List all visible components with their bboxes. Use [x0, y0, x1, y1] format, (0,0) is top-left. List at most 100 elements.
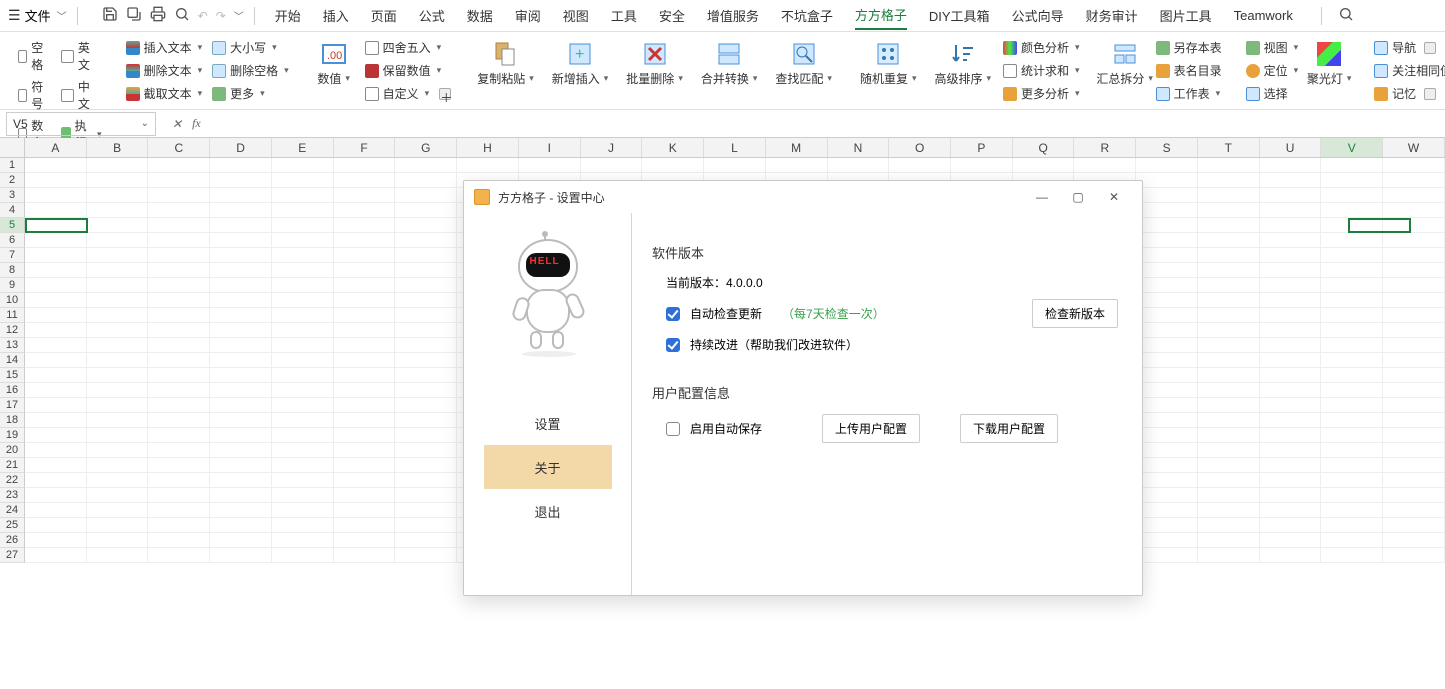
cell[interactable]	[334, 368, 396, 383]
chevron-down-icon[interactable]: ⌄	[141, 118, 149, 129]
cell[interactable]	[148, 413, 210, 428]
cell[interactable]	[1383, 173, 1445, 188]
undo-icon[interactable]: ↶	[198, 9, 208, 23]
row-header-6[interactable]: 6	[0, 233, 25, 248]
cell[interactable]	[1383, 248, 1445, 263]
tab-audit[interactable]: 财务审计	[1086, 2, 1138, 29]
cell[interactable]	[1321, 473, 1383, 488]
cell[interactable]	[1136, 218, 1198, 233]
cell[interactable]	[148, 173, 210, 188]
cell[interactable]	[1260, 398, 1322, 413]
btn-sheet-dir[interactable]: 表名目录	[1154, 61, 1224, 80]
cell[interactable]	[334, 173, 396, 188]
cell[interactable]	[334, 473, 396, 488]
cell[interactable]	[1198, 218, 1260, 233]
cell[interactable]	[1136, 473, 1198, 488]
cell[interactable]	[25, 188, 87, 203]
col-header-T[interactable]: T	[1198, 138, 1260, 157]
cell[interactable]	[210, 473, 272, 488]
cell[interactable]	[272, 503, 334, 518]
cell[interactable]	[1383, 353, 1445, 368]
cell[interactable]	[25, 488, 87, 503]
cell[interactable]	[334, 203, 396, 218]
col-header-Q[interactable]: Q	[1013, 138, 1075, 157]
cell[interactable]	[1260, 218, 1322, 233]
cell[interactable]	[1260, 383, 1322, 398]
btn-spotlight[interactable]: 聚光灯▾	[1306, 38, 1352, 89]
cell[interactable]	[210, 233, 272, 248]
cell[interactable]	[1321, 533, 1383, 548]
row-header-16[interactable]: 16	[0, 383, 25, 398]
download-config-button[interactable]: 下载用户配置	[960, 414, 1058, 443]
btn-round[interactable]: 四舍五入▾	[363, 38, 454, 57]
cell[interactable]	[1260, 248, 1322, 263]
cb-improve[interactable]	[666, 338, 680, 352]
row-header-3[interactable]: 3	[0, 188, 25, 203]
cell[interactable]	[87, 218, 149, 233]
cell[interactable]	[395, 458, 457, 473]
cell[interactable]	[87, 353, 149, 368]
tab-formula-guide[interactable]: 公式向导	[1012, 2, 1064, 29]
cell[interactable]	[210, 458, 272, 473]
cell[interactable]	[1198, 548, 1260, 563]
cell[interactable]	[210, 158, 272, 173]
col-header-V[interactable]: V	[1321, 138, 1383, 157]
cell[interactable]	[1198, 428, 1260, 443]
cell[interactable]	[1383, 278, 1445, 293]
cell[interactable]	[1383, 488, 1445, 503]
cell[interactable]	[272, 203, 334, 218]
cell[interactable]	[210, 293, 272, 308]
cb-auto-check[interactable]	[666, 307, 680, 321]
cell[interactable]	[1383, 383, 1445, 398]
cell[interactable]	[1260, 443, 1322, 458]
cell[interactable]	[395, 368, 457, 383]
cell[interactable]	[25, 353, 87, 368]
cell[interactable]	[1198, 263, 1260, 278]
cell[interactable]	[25, 413, 87, 428]
cell[interactable]	[1198, 353, 1260, 368]
tab-data[interactable]: 数据	[467, 2, 493, 29]
cell[interactable]	[1198, 278, 1260, 293]
cell[interactable]	[210, 533, 272, 548]
cell[interactable]	[25, 458, 87, 473]
col-header-I[interactable]: I	[519, 138, 581, 157]
cell[interactable]	[395, 278, 457, 293]
cell[interactable]	[1260, 458, 1322, 473]
btn-memory[interactable]: 记忆	[1372, 84, 1445, 103]
col-header-F[interactable]: F	[334, 138, 396, 157]
cell[interactable]	[272, 338, 334, 353]
row-header-14[interactable]: 14	[0, 353, 25, 368]
cell[interactable]	[210, 368, 272, 383]
cell[interactable]	[25, 293, 87, 308]
cell[interactable]	[1383, 158, 1445, 173]
cell[interactable]	[1136, 308, 1198, 323]
cell[interactable]	[1198, 488, 1260, 503]
cell[interactable]	[1260, 188, 1322, 203]
cell[interactable]	[25, 233, 87, 248]
col-header-M[interactable]: M	[766, 138, 828, 157]
cell[interactable]	[1260, 158, 1322, 173]
row-header-18[interactable]: 18	[0, 413, 25, 428]
check-new-version-button[interactable]: 检查新版本	[1032, 299, 1118, 328]
cell[interactable]	[1260, 173, 1322, 188]
cell[interactable]	[1383, 338, 1445, 353]
cell[interactable]	[1260, 488, 1322, 503]
cell[interactable]	[87, 533, 149, 548]
cell[interactable]	[1321, 263, 1383, 278]
cell[interactable]	[1136, 533, 1198, 548]
chevron-down-icon[interactable]: ﹀	[234, 8, 244, 23]
tab-fangfanggezi[interactable]: 方方格子	[855, 1, 907, 30]
cell[interactable]	[272, 233, 334, 248]
cell[interactable]	[395, 263, 457, 278]
cb-chinese[interactable]: 中文	[59, 77, 104, 113]
cell[interactable]	[1136, 323, 1198, 338]
tab-vas[interactable]: 增值服务	[707, 2, 759, 29]
cell[interactable]	[334, 218, 396, 233]
row-header-8[interactable]: 8	[0, 263, 25, 278]
cell[interactable]	[519, 158, 581, 173]
cell[interactable]	[1321, 518, 1383, 533]
cell[interactable]	[1383, 188, 1445, 203]
cell[interactable]	[87, 383, 149, 398]
cell[interactable]	[272, 398, 334, 413]
cell[interactable]	[1136, 233, 1198, 248]
